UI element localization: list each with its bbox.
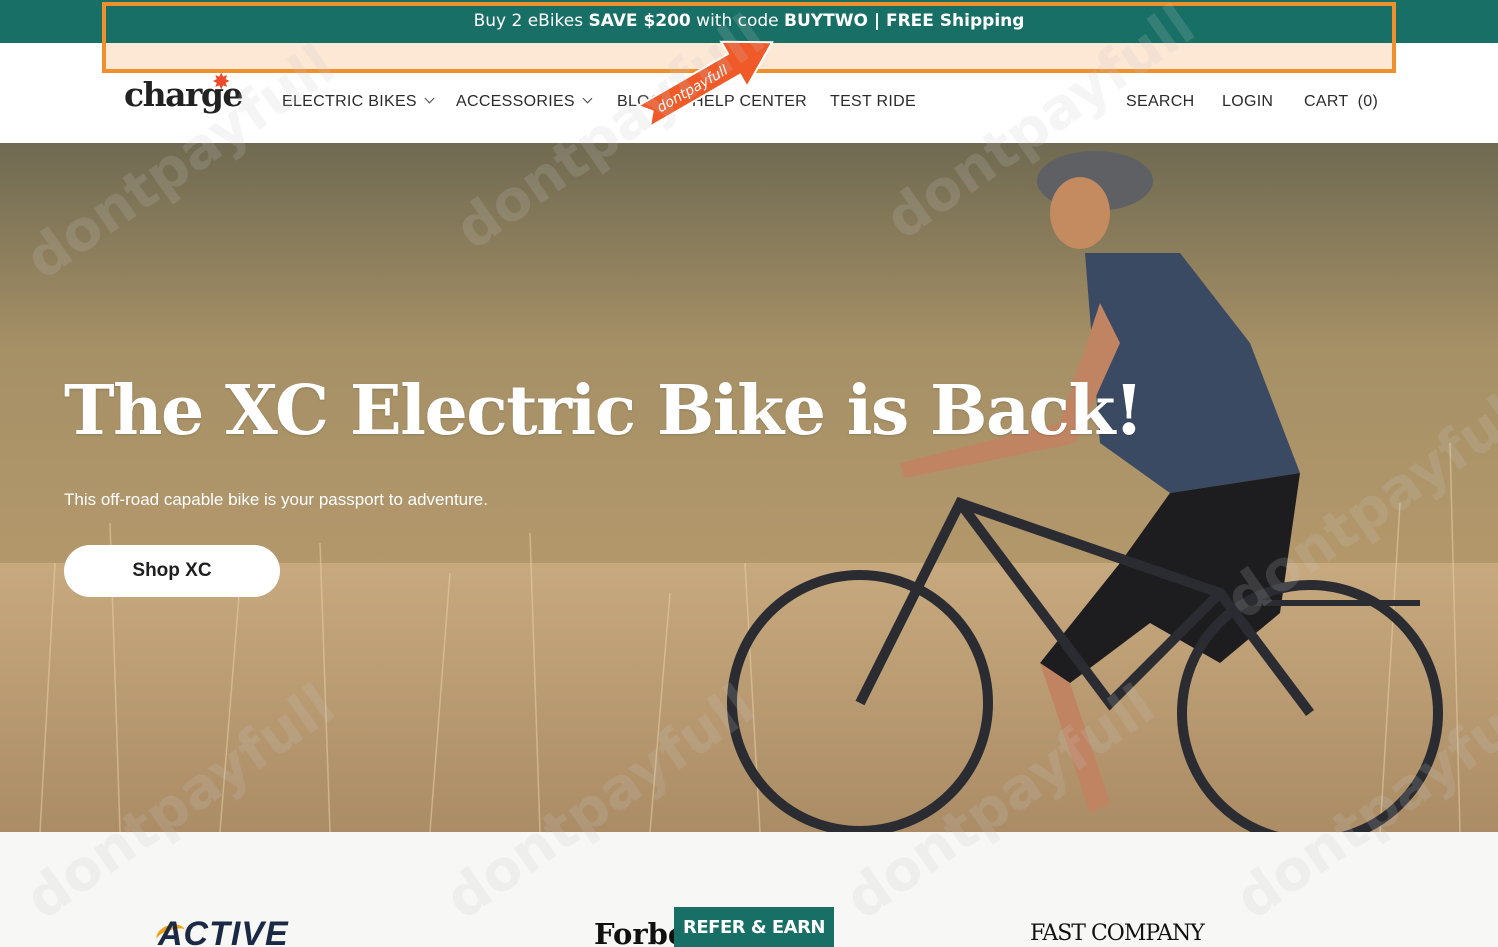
chevron-down-icon [582,93,593,104]
nav-accessories[interactable]: ACCESSORIES [456,93,593,111]
active-logo: ACTIVE [158,915,289,947]
hero-section: The XC Electric Bike is Back! This off-r… [0,143,1498,832]
hero-subtitle: This off-road capable bike is your passp… [64,490,488,509]
fast-company-logo: FAST COMPANY [1030,921,1205,946]
hero-title: The XC Electric Bike is Back! [64,371,1144,451]
nav-test-ride[interactable]: TEST RIDE [830,93,916,111]
shop-xc-button[interactable]: Shop XC [64,545,280,597]
hero-photo [0,143,1498,832]
logo-star-icon: ✸ [212,69,231,94]
nav-label: ELECTRIC BIKES [282,93,417,110]
nav-electric-bikes[interactable]: ELECTRIC BIKES [282,93,435,111]
login-link[interactable]: LOGIN [1222,93,1273,111]
cart-link[interactable]: CART (0) [1304,93,1378,111]
nav-label: ACCESSORIES [456,93,575,110]
chevron-down-icon [424,93,435,104]
search-link[interactable]: SEARCH [1126,93,1194,111]
refer-earn-button[interactable]: REFER & EARN $50 [674,907,834,947]
